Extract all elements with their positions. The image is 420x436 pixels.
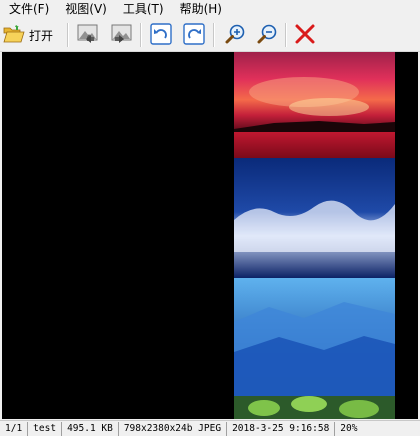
rotate-left-icon	[150, 22, 172, 48]
toolbar-separator	[140, 23, 142, 47]
file-name: test	[28, 421, 63, 436]
open-button[interactable]: 打开	[3, 22, 61, 48]
folder-open-icon	[3, 24, 25, 47]
zoom-out-icon	[256, 23, 278, 48]
image-viewport[interactable]	[2, 52, 418, 419]
open-label: 打开	[29, 28, 54, 43]
previous-image-icon	[77, 23, 101, 48]
image-index: 1/1	[0, 421, 29, 436]
image-preview	[234, 52, 395, 419]
rotate-right-button[interactable]	[181, 22, 207, 48]
next-image-button[interactable]	[108, 22, 134, 48]
rotate-right-icon	[183, 22, 205, 48]
toolbar-separator	[213, 23, 215, 47]
zoom-in-button[interactable]	[222, 22, 248, 48]
menu-view[interactable]: 视图(V)	[56, 0, 114, 18]
toolbar-separator	[285, 23, 287, 47]
close-icon	[294, 23, 316, 48]
rotate-left-button[interactable]	[148, 22, 174, 48]
menu-tools[interactable]: 工具(T)	[114, 0, 171, 18]
next-image-icon	[109, 23, 133, 48]
file-size: 495.1 KB	[62, 421, 119, 436]
menu-bar: 文件(F) 视图(V) 工具(T) 帮助(H)	[0, 0, 420, 18]
image-dimensions: 798x2380x24b JPEG	[119, 421, 228, 436]
delete-button[interactable]	[292, 22, 318, 48]
file-datetime: 2018-3-25 9:16:58	[227, 421, 336, 436]
zoom-out-button[interactable]	[254, 22, 280, 48]
toolbar-separator	[67, 23, 69, 47]
previous-image-button[interactable]	[76, 22, 102, 48]
menu-file[interactable]: 文件(F)	[0, 0, 56, 18]
status-bar: 1/1 test 495.1 KB 798x2380x24b JPEG 2018…	[0, 420, 420, 436]
zoom-in-icon	[224, 23, 246, 48]
zoom-level: 20%	[340, 422, 358, 434]
menu-help[interactable]: 帮助(H)	[171, 0, 229, 18]
toolbar: 打开	[0, 18, 420, 52]
